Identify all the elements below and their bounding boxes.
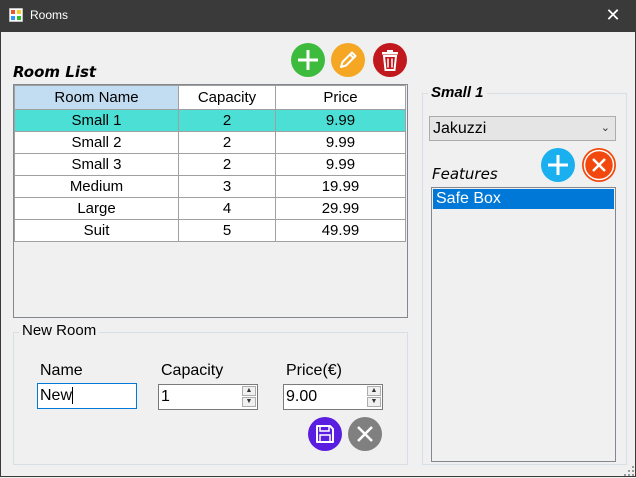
price-down-arrow-icon[interactable]: ▼ (367, 397, 381, 407)
capacity-spinner: ▲ ▼ (242, 386, 256, 408)
resize-grip-icon[interactable] (624, 466, 634, 476)
cell-room-name[interactable]: Large (14, 197, 179, 220)
save-icon (308, 417, 342, 451)
capacity-up-arrow-icon[interactable]: ▲ (242, 386, 256, 396)
edit-room-button[interactable] (331, 43, 365, 77)
column-header-capacity[interactable]: Capacity (178, 85, 276, 110)
price-stepper[interactable]: 9.00 ▲ ▼ (283, 384, 383, 410)
text-caret (72, 387, 74, 404)
features-list[interactable]: Safe Box (431, 187, 616, 462)
add-icon (291, 43, 325, 77)
delete-room-button[interactable] (373, 43, 407, 77)
save-button[interactable] (308, 417, 342, 451)
amenity-dropdown[interactable]: Jakuzzi ⌄ (429, 116, 616, 141)
title-bar: Rooms ✕ (0, 0, 636, 32)
cell-capacity[interactable]: 2 (178, 131, 276, 154)
add-room-button[interactable] (291, 43, 325, 77)
cell-capacity[interactable]: 4 (178, 197, 276, 220)
cancel-button[interactable] (348, 417, 382, 451)
price-spinner: ▲ ▼ (367, 386, 381, 408)
cell-room-name[interactable]: Medium (14, 175, 179, 198)
cell-room-name[interactable]: Small 2 (14, 131, 179, 154)
price-value: 9.00 (286, 388, 318, 405)
features-label: Features (432, 165, 498, 183)
cell-price[interactable]: 49.99 (275, 219, 406, 242)
add-feature-button[interactable] (541, 148, 575, 182)
cell-price[interactable]: 9.99 (275, 131, 406, 154)
app-icon (9, 8, 23, 22)
table-row[interactable]: Medium 3 19.99 (14, 175, 406, 198)
table-row[interactable]: Small 1 2 9.99 (14, 109, 406, 132)
trash-icon (373, 43, 407, 77)
table-row[interactable]: Small 2 2 9.99 (14, 131, 406, 154)
price-label: Price(€) (286, 362, 343, 379)
column-header-room-name[interactable]: Room Name (14, 85, 179, 110)
table-row[interactable]: Large 4 29.99 (14, 197, 406, 220)
cell-capacity[interactable]: 3 (178, 175, 276, 198)
cell-price[interactable]: 19.99 (275, 175, 406, 198)
capacity-down-arrow-icon[interactable]: ▼ (242, 397, 256, 407)
cell-room-name[interactable]: Suit (14, 219, 179, 242)
grid-header-row: Room Name Capacity Price (14, 85, 406, 110)
name-input[interactable]: New (37, 383, 137, 409)
cell-capacity[interactable]: 2 (178, 153, 276, 176)
window-title: Rooms (30, 8, 69, 22)
cell-capacity[interactable]: 5 (178, 219, 276, 242)
price-up-arrow-icon[interactable]: ▲ (367, 386, 381, 396)
cell-capacity[interactable]: 2 (178, 109, 276, 132)
new-room-legend: New Room (19, 322, 100, 339)
room-grid[interactable]: Room Name Capacity Price Small 1 2 9.99 … (13, 84, 408, 318)
name-label: Name (40, 362, 83, 379)
pencil-icon (331, 43, 365, 77)
table-row[interactable]: Small 3 2 9.99 (14, 153, 406, 176)
list-item[interactable]: Safe Box (433, 189, 614, 209)
name-input-value: New (40, 387, 73, 404)
capacity-stepper[interactable]: 1 ▲ ▼ (158, 384, 258, 410)
column-header-price[interactable]: Price (275, 85, 406, 110)
remove-x-icon (582, 148, 616, 182)
chevron-down-icon: ⌄ (600, 122, 610, 134)
room-list-heading: Room List (13, 63, 97, 81)
cell-price[interactable]: 29.99 (275, 197, 406, 220)
table-row[interactable]: Suit 5 49.99 (14, 219, 406, 242)
capacity-value: 1 (161, 388, 170, 405)
cell-price[interactable]: 9.99 (275, 153, 406, 176)
capacity-label: Capacity (161, 362, 224, 379)
close-button[interactable]: ✕ (590, 0, 636, 32)
remove-feature-button[interactable] (582, 148, 616, 182)
room-detail-legend: Small 1 (428, 84, 487, 101)
cell-room-name[interactable]: Small 1 (14, 109, 179, 132)
cell-price[interactable]: 9.99 (275, 109, 406, 132)
add-icon (541, 148, 575, 182)
cancel-x-icon (348, 417, 382, 451)
amenity-dropdown-value: Jakuzzi (433, 120, 487, 137)
cell-room-name[interactable]: Small 3 (14, 153, 179, 176)
